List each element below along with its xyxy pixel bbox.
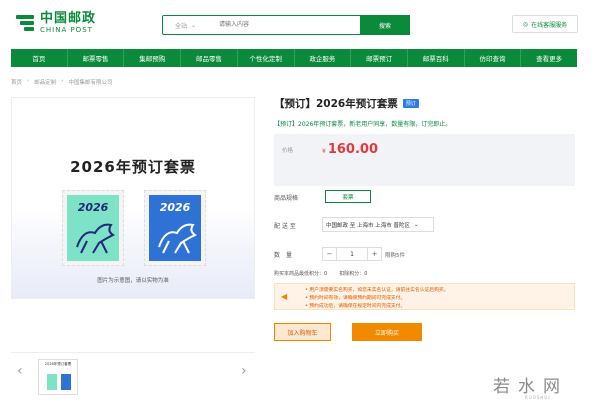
nav-item-custom[interactable]: 个性化定制 — [238, 49, 295, 67]
decrease-button[interactable]: − — [322, 247, 337, 261]
product-subtitle: 【预订】2026年预订套票，新老用户同享，数量有限，订完即止。 — [274, 121, 452, 128]
thumbnail-strip: ‹ 2026年预订套票 › — [11, 352, 255, 398]
search-button[interactable]: 搜索 — [360, 15, 410, 35]
ship-label: 配 送 至 — [274, 223, 296, 230]
headset-icon: ◎ — [522, 20, 529, 28]
nav-item-goods-retail[interactable]: 邮品零售 — [181, 49, 238, 67]
min-points: 购买本商品最低积分：0 — [274, 271, 328, 277]
chevron-left-icon[interactable]: ‹ — [17, 363, 23, 379]
stamp-image-blue: 2026 — [144, 190, 206, 266]
purchase-limit: 限购5件 — [385, 253, 405, 259]
notice-box: ◀ 用户须需要实名购买，如您未实名认证，请前往实名认证后购买。 预约时间有效，请… — [274, 283, 575, 310]
price-label: 价格 — [282, 148, 294, 154]
breadcrumb-category[interactable]: 邮品定制 — [34, 78, 56, 86]
horse-illustration — [76, 223, 115, 254]
logo-text-en: CHINA POST — [40, 26, 93, 34]
chevron-down-icon: ⌄ — [414, 221, 419, 228]
quantity-stepper: − 1 + — [322, 247, 382, 261]
stamp-image-green: 2026 — [62, 190, 124, 266]
site-header: 中国邮政 CHINA POST 全站 ⌄ 搜索 ◎ 在线客服服务 — [0, 0, 600, 46]
nav-item-more[interactable]: 查看更多 — [521, 49, 577, 67]
add-to-cart-button[interactable]: 加入购物车 — [274, 323, 331, 341]
quantity-value[interactable]: 1 — [337, 247, 367, 261]
quantity-label: 数 量 — [274, 252, 293, 259]
speaker-icon: ◀ — [281, 292, 288, 301]
online-service-button[interactable]: ◎ 在线客服服务 — [512, 15, 578, 33]
china-post-logo[interactable]: 中国邮政 CHINA POST — [14, 12, 96, 34]
breadcrumb-home[interactable]: 首页 — [11, 78, 22, 86]
price-value: 160.00 — [327, 142, 378, 157]
buy-now-button[interactable]: 立即购买 — [352, 323, 422, 341]
thumbnail-stamp-blue — [61, 374, 71, 390]
points-info: 购买本商品最低积分：0 扣除积分：0 — [274, 270, 367, 277]
breadcrumb-seller[interactable]: 中国集邮有限公司 — [68, 78, 112, 86]
breadcrumb: 首页 › 邮品定制 › 中国集邮有限公司 — [11, 78, 112, 86]
product-title-row: 【预订】2026年预订套票 预订 — [274, 96, 419, 111]
product-image-title: 2026年预订套票 — [70, 158, 196, 176]
notice-item: 预约成功后，请确保在规定时间内完成支付。 — [305, 303, 448, 311]
shipping-destination-select[interactable]: 中国邮政 至 上海市 上海市 普陀区 ⌄ — [322, 217, 434, 232]
nav-item-stamp-preorder[interactable]: 邮票预订 — [351, 49, 408, 67]
logo-text-cn: 中国邮政 — [40, 11, 97, 26]
shipping-destination-value: 中国邮政 至 上海市 上海市 普陀区 — [326, 222, 410, 229]
search-category-select[interactable]: 全站 ⌄ — [163, 21, 213, 30]
horse-illustration — [158, 223, 197, 254]
nav-item-query[interactable]: 仿印查询 — [465, 49, 522, 67]
price: ¥ 160.00 — [322, 142, 378, 157]
breadcrumb-separator: › — [61, 78, 64, 84]
notice-list: 用户须需要实名购买，如您未实名认证，请前往实名认证后购买。 预约时间有效，请确保… — [305, 287, 448, 311]
online-service-label: 在线客服服务 — [531, 21, 568, 29]
spec-label: 商品规格 — [274, 195, 299, 202]
chevron-down-icon: ⌄ — [191, 21, 197, 29]
nav-item-presale[interactable]: 集邮预购 — [124, 49, 182, 67]
site-watermark: 若水网 — [493, 377, 568, 397]
spec-option-button[interactable]: 套票 — [325, 190, 371, 203]
notice-item: 用户须需要实名购买，如您未实名认证，请前往实名认证后购买。 — [305, 287, 448, 295]
price-box: 价格 ¥ 160.00 — [274, 134, 575, 186]
product-title: 【预订】2026年预订套票 — [274, 98, 398, 110]
product-main-image: 2026年预订套票 2026 2026 图片为示意图，请以实物为准 — [11, 97, 255, 299]
preorder-badge: 预订 — [402, 99, 419, 108]
main-nav: 首页 邮票零售 集邮预购 邮品零售 个性化定制 政企服务 邮票预订 邮票百科 仿… — [11, 49, 577, 67]
post-logo-icon — [14, 12, 36, 34]
chevron-right-icon[interactable]: › — [241, 363, 247, 379]
image-disclaimer: 图片为示意图，请以实物为准 — [97, 278, 169, 284]
deduct-points: 扣除积分：0 — [339, 271, 368, 277]
notice-item: 预约时间有效，请确保预约期间可完成支付。 — [305, 295, 448, 303]
increase-button[interactable]: + — [367, 247, 382, 261]
thumbnail-stamp-green — [47, 374, 57, 390]
search-input[interactable] — [213, 16, 360, 34]
breadcrumb-separator: › — [27, 78, 30, 84]
currency-symbol: ¥ — [322, 148, 326, 155]
nav-item-stamp-retail[interactable]: 邮票零售 — [68, 49, 125, 67]
nav-item-encyclopedia[interactable]: 邮票百科 — [408, 49, 465, 67]
site-watermark-en: RUOSHUI — [525, 395, 551, 400]
nav-item-home[interactable]: 首页 — [11, 49, 68, 67]
search-category-label: 全站 — [175, 22, 188, 30]
thumbnail-item[interactable]: 2026年预订套票 — [38, 359, 78, 395]
nav-item-enterprise[interactable]: 政企服务 — [295, 49, 352, 67]
thumbnail-caption: 2026年预订套票 — [44, 362, 72, 366]
search-bar: 全站 ⌄ 搜索 — [162, 15, 410, 35]
